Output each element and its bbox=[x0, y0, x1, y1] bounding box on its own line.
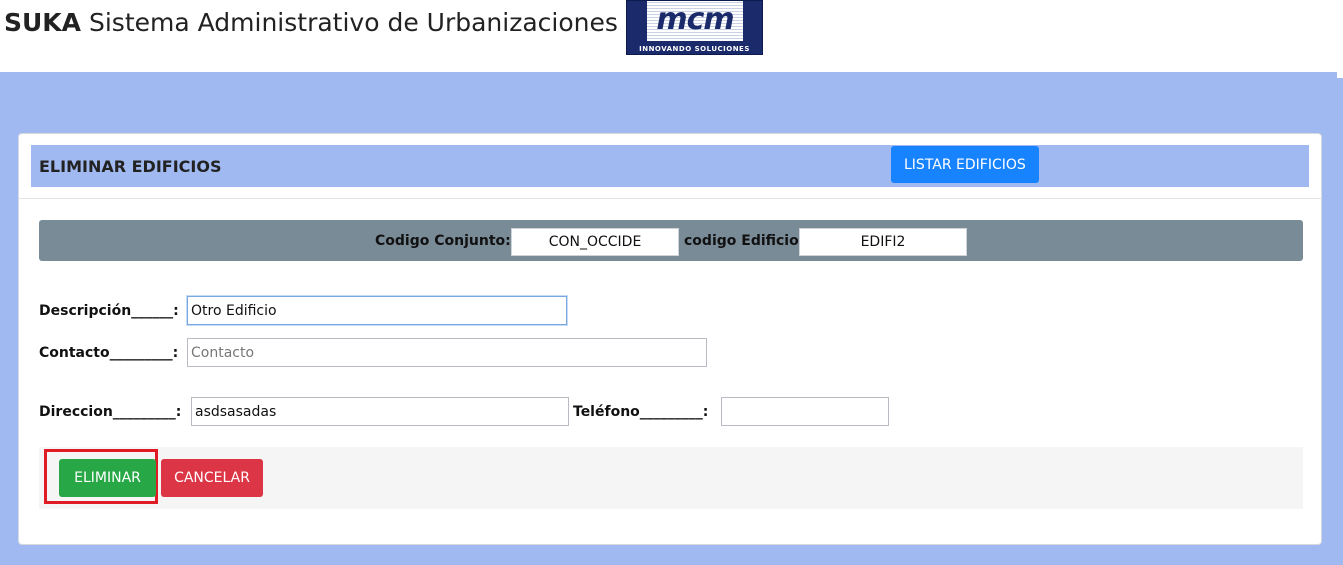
list-buildings-button[interactable]: LISTAR EDIFICIOS bbox=[891, 146, 1039, 183]
direccion-label: Direccion_________: bbox=[39, 404, 182, 420]
descripcion-label: Descripción______: bbox=[39, 303, 179, 319]
telefono-label: Teléfono_________: bbox=[573, 404, 709, 420]
conjunto-code-label: Codigo Conjunto: bbox=[375, 233, 511, 249]
edificio-code-value: EDIFI2 bbox=[799, 228, 967, 256]
delete-building-card: ELIMINAR EDIFICIOS LISTAR EDIFICIOS Codi… bbox=[18, 133, 1322, 545]
code-bar: Codigo Conjunto: CON_OCCIDE codigo Edifi… bbox=[39, 220, 1303, 261]
edificio-code-label: codigo Edificio bbox=[684, 233, 799, 249]
app-subtitle: Sistema Administrativo de Urbanizaciones bbox=[88, 8, 618, 37]
card-divider bbox=[19, 198, 1321, 199]
page-title: ELIMINAR EDIFICIOS bbox=[39, 157, 222, 176]
app-brand: SUKA bbox=[4, 8, 82, 37]
telefono-input[interactable] bbox=[721, 397, 889, 426]
direccion-input[interactable] bbox=[191, 397, 569, 426]
card-header: ELIMINAR EDIFICIOS LISTAR EDIFICIOS bbox=[31, 145, 1309, 187]
contacto-label: Contacto_________: bbox=[39, 345, 179, 361]
company-logo: mcm INNOVANDO SOLUCIONES bbox=[626, 0, 763, 55]
band-edge bbox=[1337, 72, 1343, 78]
contacto-input[interactable] bbox=[187, 338, 707, 367]
logo-tagline: INNOVANDO SOLUCIONES bbox=[639, 45, 750, 53]
conjunto-code-value: CON_OCCIDE bbox=[511, 228, 679, 256]
logo-mark: mcm bbox=[647, 1, 743, 41]
descripcion-input[interactable] bbox=[187, 296, 567, 325]
cancel-button[interactable]: CANCELAR bbox=[161, 459, 263, 497]
app-title: SUKA Sistema Administrativo de Urbanizac… bbox=[4, 8, 618, 37]
delete-button[interactable]: ELIMINAR bbox=[59, 459, 156, 497]
app-header: SUKA Sistema Administrativo de Urbanizac… bbox=[0, 0, 1343, 72]
